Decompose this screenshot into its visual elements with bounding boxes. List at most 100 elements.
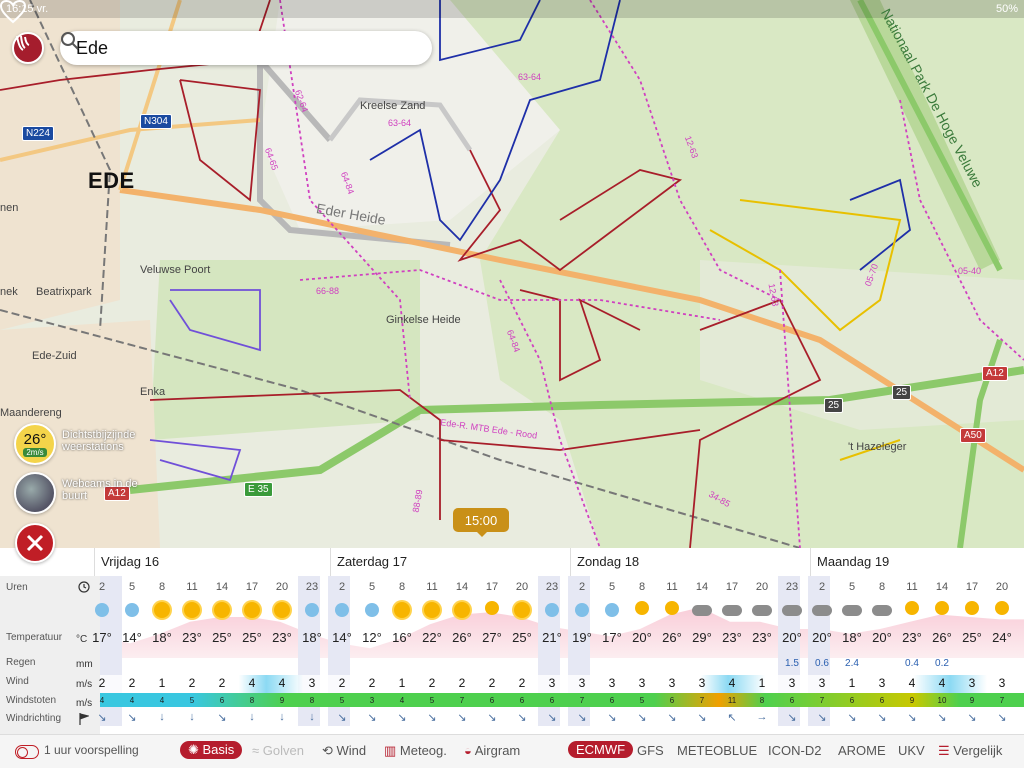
tab-golven[interactable]: ≈ Golven [252,743,304,758]
wind-cell: 3 [668,676,676,690]
wind-cell: 4 [728,676,736,690]
nearest-station-temp-badge[interactable]: 26° 2m/s [14,423,56,465]
tab-airgram[interactable]: ◒ Airgram [464,743,520,758]
search-bar[interactable] [60,31,432,65]
psun-weather-icon [901,601,923,619]
road-shield-25: 25 [824,398,844,413]
rain-cell: 0.6 [815,658,829,669]
wind-cell: 3 [548,676,556,690]
cloud-weather-icon [721,601,743,619]
forecast-toggle-label[interactable]: 1 uur voorspelling [44,743,139,757]
hour-cell: 20 [515,581,529,593]
weather-glyph [394,602,410,618]
sun-weather-icon [181,601,203,619]
psun-weather-icon [931,601,953,619]
temperature-cell: 16° [392,630,412,645]
search-icon [61,32,79,50]
tab-meteog[interactable]: ▥ Meteog. [384,743,447,759]
hour-cell: 17 [725,581,739,593]
wind-direction-cell: → [756,711,768,723]
trail-code: 63-64 [518,72,542,82]
model-meteoblue[interactable]: METEOBLUE [677,743,757,758]
golven-icon: ≈ [252,743,263,758]
sun-weather-icon [391,601,413,619]
gust-cell: 6 [879,696,885,705]
wind-direction-cell: ↓ [249,711,255,723]
forecast-toggle-icon[interactable] [15,745,39,759]
gust-cell: 7 [999,696,1005,705]
favorite-heart-icon[interactable] [0,0,26,24]
temperature-cell: 19° [572,630,592,645]
station-wind: 2m/s [23,448,47,457]
trail-code: 63-64 [388,118,412,128]
day-header-friday: Vrijdag 16 [94,548,326,576]
wind-cell: 3 [818,676,826,690]
hour-cell: 14 [455,581,469,593]
wind-direction-cell: ↘ [817,712,827,724]
gust-cell: 6 [549,696,555,705]
cloud-weather-icon [811,601,833,619]
model-icon-d2[interactable]: ICON-D2 [768,743,821,758]
moon-weather-icon [361,601,383,619]
app-logo-button[interactable] [12,32,44,64]
gust-cell: 5 [639,696,645,705]
weather-glyph [335,603,349,617]
wind-cell: 2 [368,676,376,690]
weather-glyph [872,605,892,616]
webcam-button[interactable] [14,472,56,514]
rain-cell: 0.2 [935,658,949,669]
sun-weather-icon [271,601,293,619]
close-forecast-button[interactable] [15,523,55,563]
model-ecmwf[interactable]: ECMWF [568,741,634,758]
weather-glyph [154,602,170,618]
wind-cell: 3 [608,676,616,690]
weather-glyph [812,605,832,616]
close-icon [26,534,44,552]
wind-cell: 1 [398,676,406,690]
time-marker[interactable]: 15:00 [453,508,509,537]
wind-cell: 3 [878,676,886,690]
day-header-saturday: Zaterdag 17 [330,548,566,576]
model-arome[interactable]: AROME [838,743,886,758]
hour-cell: 8 [878,581,886,593]
temperature-cell: 24° [992,630,1012,645]
wind-direction-cell: ↘ [937,712,947,724]
compare-button[interactable]: ☰ Vergelijk [938,743,1002,759]
gust-cell: 3 [369,696,375,705]
rain-cell: 0.4 [905,658,919,669]
weather-glyph [905,601,919,615]
weather-glyph [95,603,109,617]
hour-cell: 5 [848,581,856,593]
tab-wind[interactable]: ⟲ Wind [322,743,366,759]
weather-glyph [752,605,772,616]
temperature-cell: 27° [482,630,502,645]
wind-direction-cell: ↘ [607,712,617,724]
weather-glyph [545,603,559,617]
temperature-cell: 26° [662,630,682,645]
place-label-veluwse-poort: Veluwse Poort [140,264,211,276]
status-battery: 50% [995,3,1018,15]
gust-cell: 6 [789,696,795,705]
wind-cell: 3 [998,676,1006,690]
hour-cell: 2 [818,581,826,593]
gust-cell: 7 [819,696,825,705]
stations-label[interactable]: Dichtstbijzijnde weerstations [62,429,154,453]
map-view[interactable]: 16:15 vr. 50% EDE Kreelse Zand Eder Heid… [0,0,1024,548]
model-gfs[interactable]: GFS [637,743,664,758]
moon-weather-icon [601,601,623,619]
gust-cell: 9 [969,696,975,705]
webcam-label[interactable]: Webcams in de buurt [62,478,154,502]
moon-weather-icon [571,601,593,619]
gust-cell: 4 [159,696,165,705]
model-ukv[interactable]: UKV [898,743,925,758]
weather-glyph [365,603,379,617]
unit-temperature: °C [76,634,88,645]
search-input[interactable] [76,37,396,59]
row-label-hours: Uren [6,582,28,593]
forecast-panel[interactable]: Vrijdag 16 Zaterdag 17 Zondag 18 Maandag… [0,548,1024,768]
gust-cell: 5 [429,696,435,705]
day-header-sunday: Zondag 18 [570,548,806,576]
gust-cell: 8 [249,696,255,705]
temperature-cell: 18° [842,630,862,645]
tab-basis[interactable]: ✺ Basis [180,741,243,759]
